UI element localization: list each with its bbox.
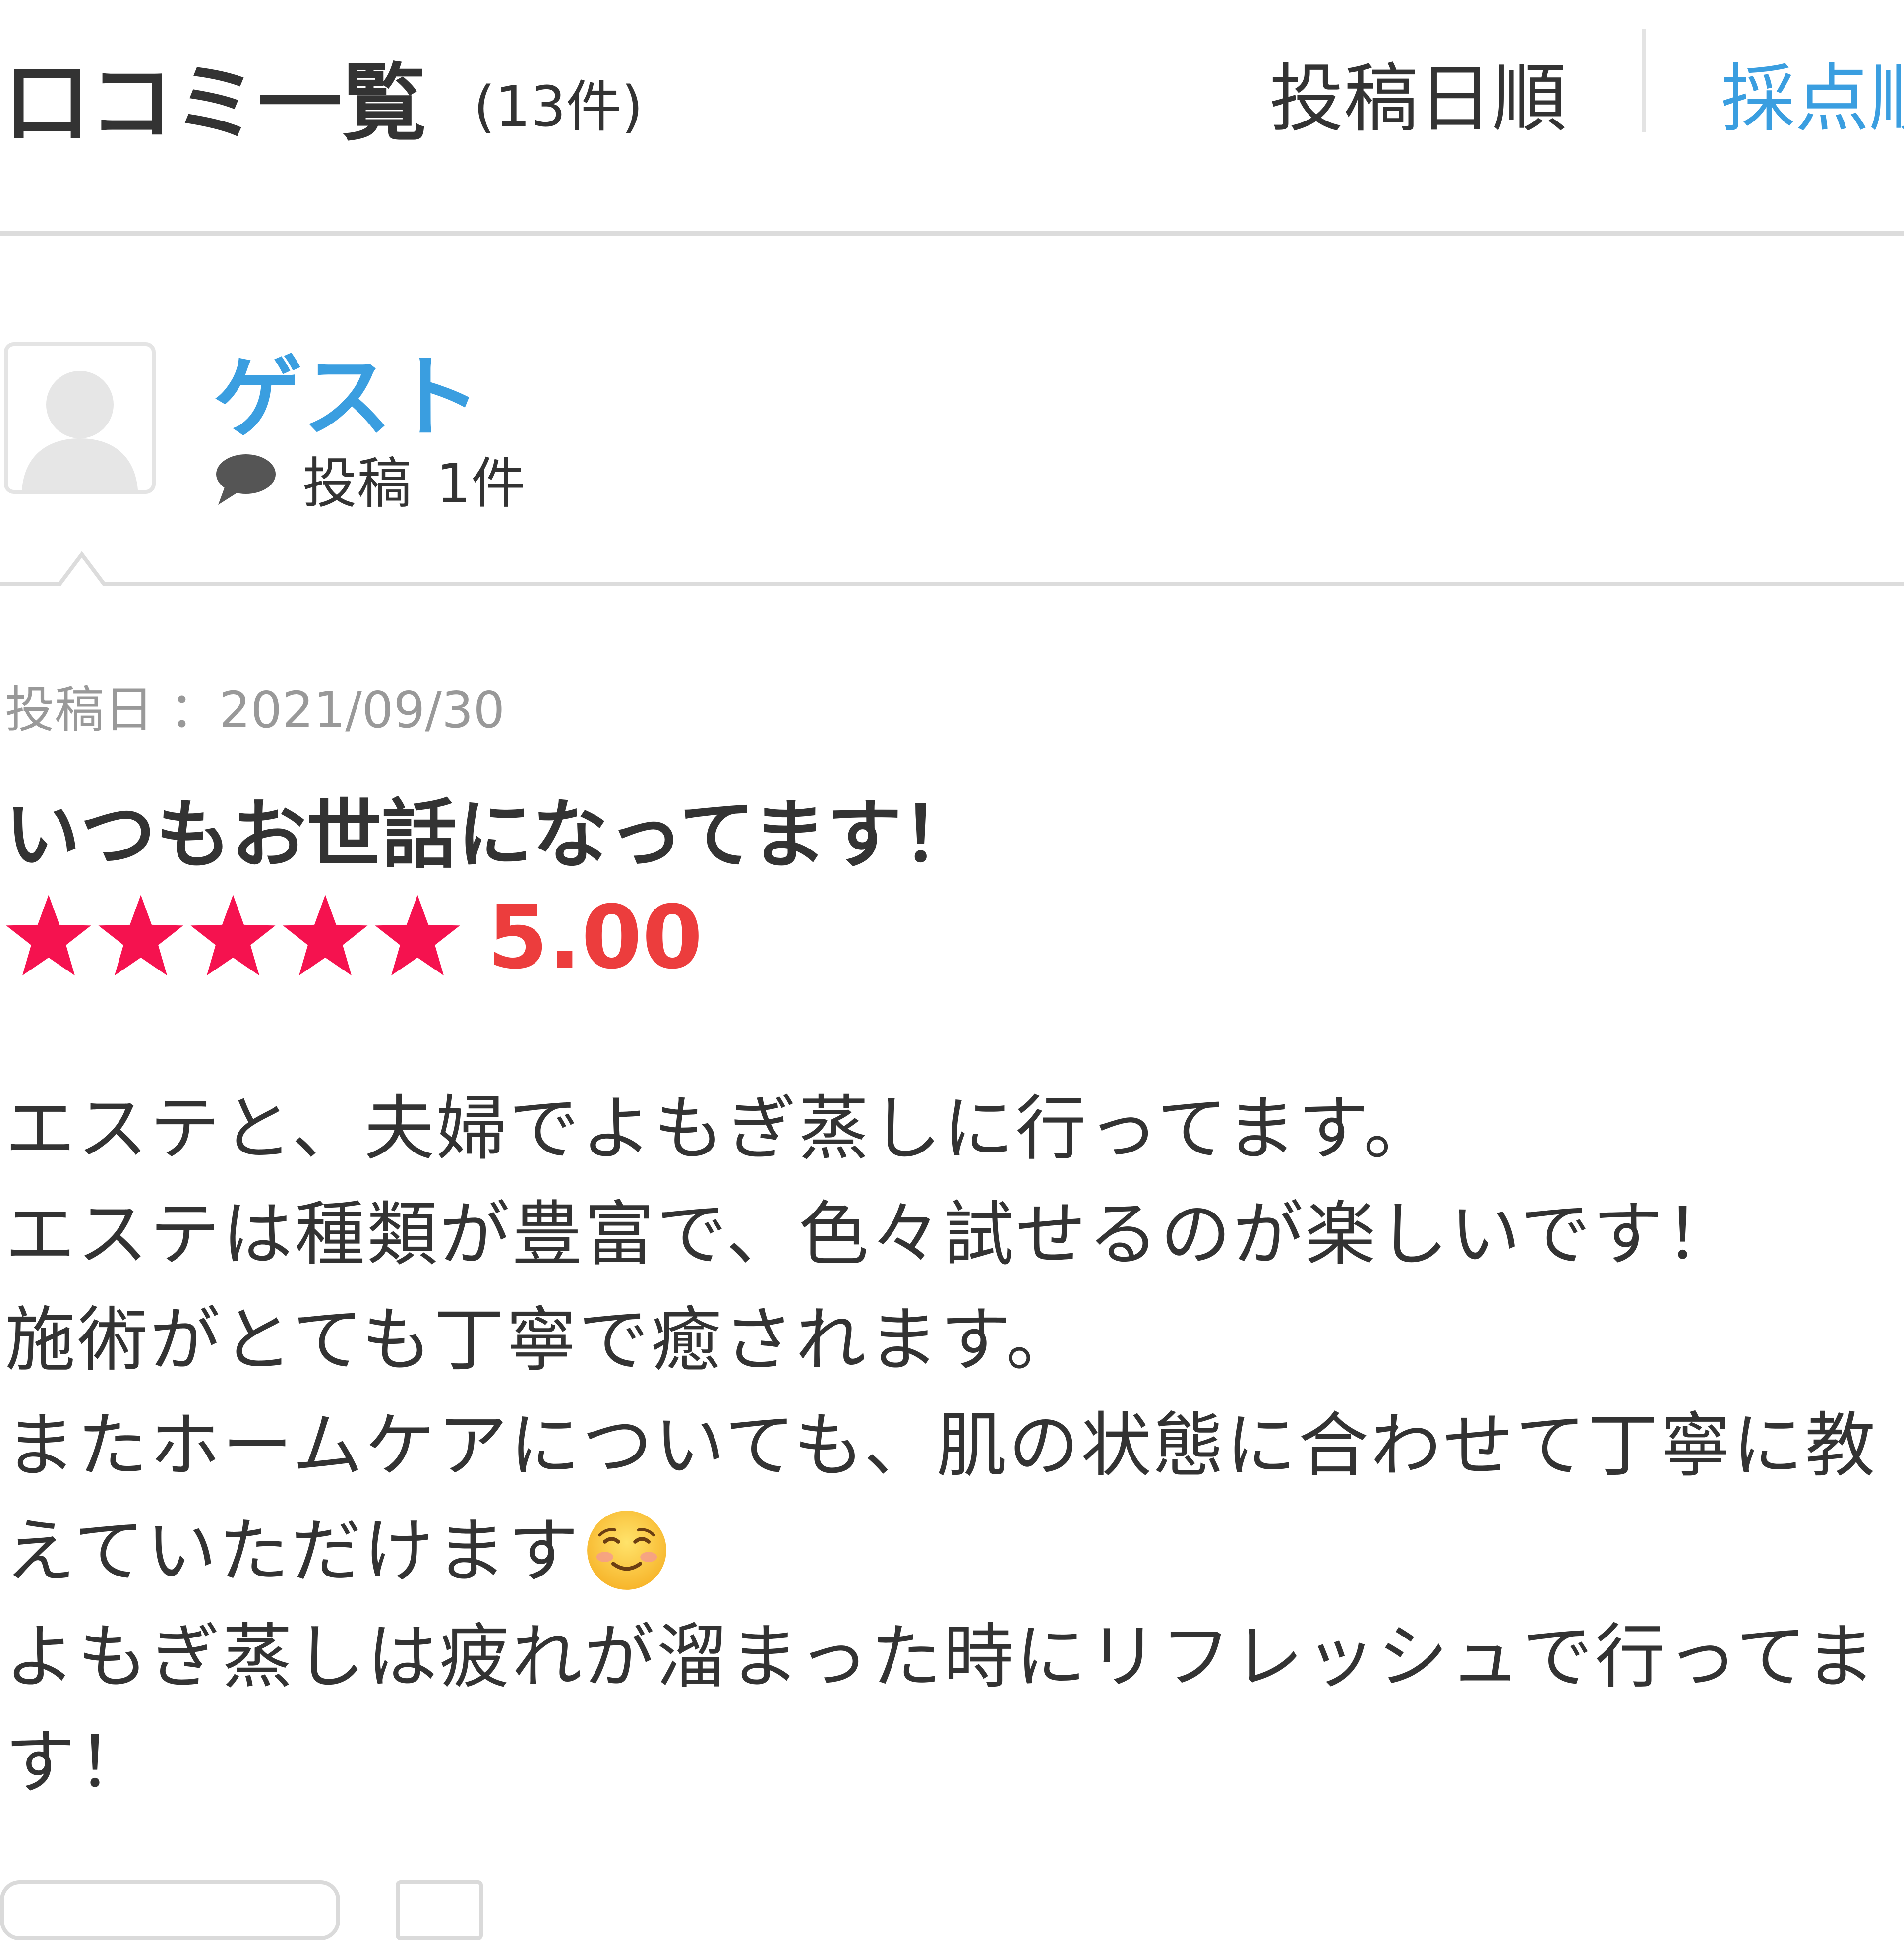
rating: 5.00 xyxy=(2,886,703,988)
review-title: いつもお世話になってます！ xyxy=(5,791,977,879)
post-count-label: 投稿 xyxy=(302,452,412,515)
reviewer-name-link[interactable]: ゲスト xyxy=(213,325,481,454)
post-count-value: 1件 xyxy=(436,452,526,515)
sort-divider xyxy=(1642,29,1646,132)
rating-score: 5.00 xyxy=(487,886,703,988)
review-line: エステと、夫婦でよもぎ蒸しに行ってます。 xyxy=(5,1088,1436,1170)
header-divider xyxy=(0,231,1904,236)
review-count: (13件) xyxy=(474,75,643,139)
review-body: エステと、夫婦でよもぎ蒸しに行ってます。 エステは種類が豊富で、色々試せるのが楽… xyxy=(5,1076,1904,1816)
page-title: 口コミ一覧 xyxy=(5,55,427,153)
review-line: す！ xyxy=(5,1722,150,1804)
review-line: またホームケアについても、肌の状態に合わせて丁寧に教 xyxy=(5,1405,1878,1487)
review-line: よもぎ蒸しは疲れが溜まった時にリフレッシュで行ってま xyxy=(5,1616,1878,1698)
star-filled-icon xyxy=(190,895,276,976)
smiling-face-icon xyxy=(587,1511,666,1590)
star-filled-icon xyxy=(283,895,368,976)
review-line-with-emoji: えていただけます xyxy=(5,1499,1904,1604)
rating-stars xyxy=(2,891,464,983)
helpful-button[interactable] xyxy=(0,1880,340,1940)
avatar[interactable] xyxy=(4,342,156,494)
review-line-text: えていただけます xyxy=(5,1511,581,1592)
user-silhouette-icon xyxy=(22,371,138,490)
sort-by-score-tab[interactable]: 採点順 xyxy=(1721,39,1904,146)
review-line: エステは種類が豊富で、色々試せるのが楽しいです！ xyxy=(5,1194,1738,1275)
review-pointer-divider xyxy=(0,551,1904,586)
reviewer-post-count: 投稿 1件 xyxy=(213,444,526,515)
sort-by-date-tab[interactable]: 投稿日順 xyxy=(1269,39,1567,146)
star-filled-icon xyxy=(375,895,460,976)
post-date: 投稿日 ：2021/09/30 xyxy=(5,681,505,739)
review-line: 施術がとても丁寧で癒されます。 xyxy=(5,1299,1078,1381)
star-filled-icon xyxy=(98,895,183,976)
report-button[interactable] xyxy=(396,1880,483,1940)
comment-bubble-icon xyxy=(216,454,276,505)
review-list-header: 口コミ一覧 (13件) 投稿日順 採点順 xyxy=(0,0,1904,236)
star-filled-icon xyxy=(6,895,91,976)
